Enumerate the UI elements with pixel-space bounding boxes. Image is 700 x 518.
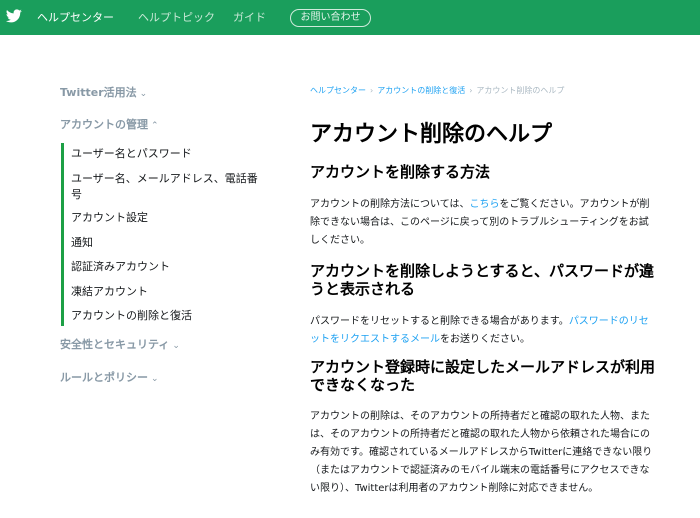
section-heading-how-to-delete: アカウントを削除する方法 — [310, 163, 491, 181]
sidebar-section-rules-policies[interactable]: ルールとポリシー ⌄ — [60, 371, 159, 386]
sidebar-section-label: アカウントの管理 — [60, 118, 148, 131]
sidebar-section-safety-security[interactable]: 安全性とセキュリティ ⌄ — [60, 338, 180, 353]
sidebar-item-notifications[interactable]: 通知 — [71, 235, 271, 251]
sidebar-item-username-email-phone[interactable]: ユーザー名、メールアドレス、電話番号 — [71, 171, 267, 203]
sidebar-section-label: 安全性とセキュリティ — [60, 338, 170, 351]
top-nav-bar: ヘルプセンター ヘルプトピック ガイド お問い合わせ — [0, 0, 700, 35]
sidebar-item-username-password[interactable]: ユーザー名とパスワード — [71, 146, 271, 162]
breadcrumb-deactivate-restore[interactable]: アカウントの削除と復活 — [377, 86, 465, 95]
section-body-wrong-password: パスワードをリセットすると削除できる場合があります。パスワードのリセットをリクエ… — [310, 313, 655, 349]
body-text: をお送りください。 — [440, 334, 530, 345]
sidebar-submenu: ユーザー名とパスワード ユーザー名、メールアドレス、電話番号 アカウント設定 通… — [61, 143, 271, 326]
nav-help-topics[interactable]: ヘルプトピック — [138, 11, 215, 24]
section-body-how-to-delete: アカウントの削除方法については、こちらをご覧ください。アカウントが削除できない場… — [310, 196, 655, 250]
sidebar-section-label: ルールとポリシー — [60, 371, 148, 384]
sidebar-item-deactivate-restore[interactable]: アカウントの削除と復活 — [71, 308, 271, 324]
sidebar-section-label: Twitter活用法 — [60, 86, 137, 99]
sidebar-section-account-management[interactable]: アカウントの管理 ⌃ — [60, 118, 159, 133]
chevron-up-icon: ⌃ — [151, 121, 159, 131]
link-here[interactable]: こちら — [470, 199, 500, 210]
breadcrumb: ヘルプセンター › アカウントの削除と復活 › アカウント削除のヘルプ — [310, 86, 564, 96]
breadcrumb-separator: › — [469, 86, 473, 95]
bird-icon[interactable] — [6, 9, 22, 23]
chevron-down-icon: ⌄ — [151, 374, 159, 384]
body-text: パスワードをリセットすると削除できる場合があります。 — [310, 316, 569, 327]
breadcrumb-help-center[interactable]: ヘルプセンター — [310, 86, 366, 95]
body-text: アカウントの削除方法については、 — [310, 199, 470, 210]
sidebar-item-account-settings[interactable]: アカウント設定 — [71, 210, 271, 226]
chevron-down-icon: ⌄ — [139, 89, 148, 99]
breadcrumb-separator: › — [370, 86, 374, 95]
contact-button[interactable]: お問い合わせ — [290, 9, 371, 27]
section-heading-email-unavailable: アカウント登録時に設定したメールアドレスが利用できなくなった — [310, 358, 656, 394]
breadcrumb-current: アカウント削除のヘルプ — [476, 86, 565, 95]
sidebar-item-suspended-accounts[interactable]: 凍結アカウント — [71, 284, 271, 300]
sidebar-item-verified-accounts[interactable]: 認証済みアカウント — [71, 259, 271, 275]
nav-guide[interactable]: ガイド — [233, 11, 266, 24]
sidebar-section-twitter-usage[interactable]: Twitter活用法 ⌄ — [60, 86, 147, 101]
section-body-email-unavailable: アカウントの削除は、そのアカウントの所持者だと確認の取れた人物、または、そのアカ… — [310, 411, 653, 494]
page-title: アカウント削除のヘルプ — [310, 122, 553, 147]
nav-help-center[interactable]: ヘルプセンター — [37, 11, 114, 24]
section-heading-wrong-password: アカウントを削除しようとすると、パスワードが違うと表示される — [310, 262, 654, 298]
chevron-down-icon: ⌄ — [172, 341, 180, 351]
